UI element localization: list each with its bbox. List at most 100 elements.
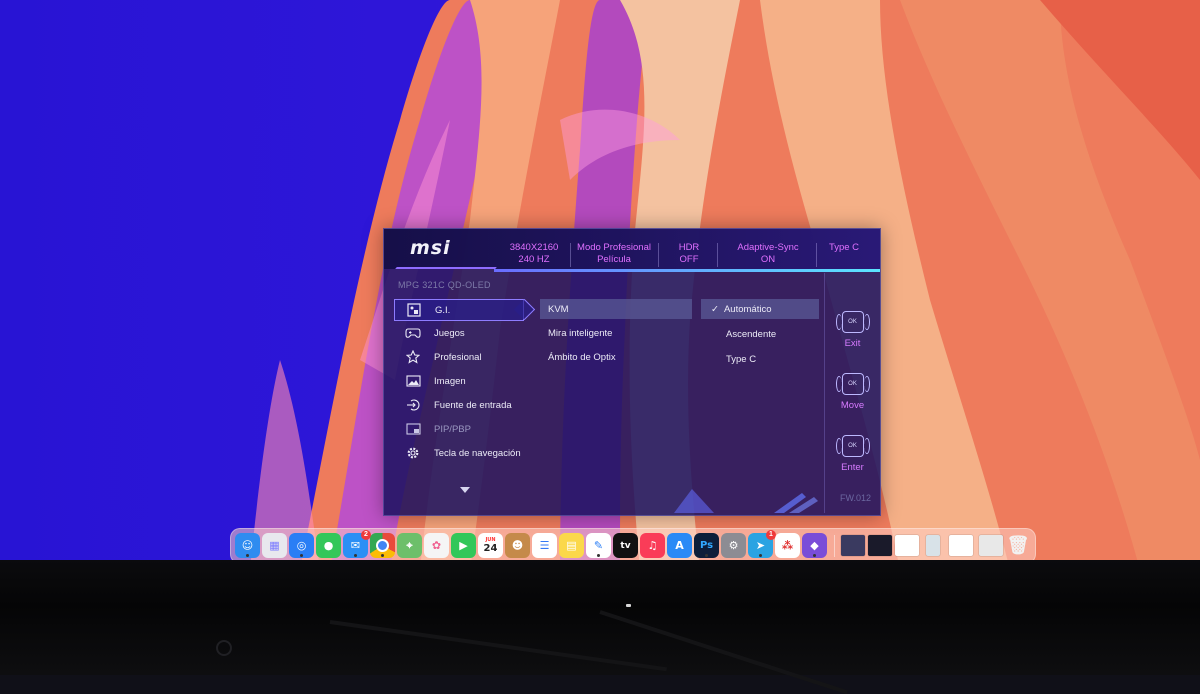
contacts-icon[interactable]: ☻ [505,533,530,558]
monitor-bezel [0,560,1200,694]
music-icon[interactable]: ♫ [640,533,665,558]
header-accent-stripe [395,267,497,269]
maps-icon[interactable]: ⌖ [397,533,422,558]
minimized-window-thumbnail[interactable] [949,535,973,556]
gi-icon [405,302,423,318]
submenu-item-mira-inteligente[interactable]: Mira inteligente [540,323,692,343]
navigation-key-panel: OK Exit OK Move OK Enter [824,273,880,513]
minimized-window-thumbnail[interactable] [841,535,865,556]
trash-icon[interactable]: 🗑 [1007,533,1030,558]
joystick-icon: OK [835,435,870,457]
messages-icon[interactable]: ● [316,533,341,558]
joystick-icon: OK [835,373,870,395]
minimized-window-thumbnail[interactable] [979,535,1003,556]
monitor-osd-menu: msi 3840X2160 240 HZ Modo Profesional Pe… [383,228,881,516]
exit-label: Exit [844,338,861,349]
submenu-item-ambito-de-optix[interactable]: Ámbito de Optix [540,347,692,367]
status-hdr-label: HDR [678,242,700,253]
header-divider [658,243,659,267]
status-input-value: Type C [828,242,860,253]
menu-item-label: Imagen [434,375,466,387]
status-mode-value: Película [597,254,631,265]
launchpad-icon[interactable]: ▦ [262,533,287,558]
submenu-item-label: Mira inteligente [548,327,613,339]
option-ascendente[interactable]: Ascendente [701,324,819,344]
minimized-window-thumbnail[interactable] [868,535,892,556]
input-source-icon [404,397,422,413]
menu-item-imagen[interactable]: Imagen [394,371,534,391]
option-label: Ascendente [726,328,777,340]
status-sync-label: Adaptive-Sync [737,242,799,253]
gamepad-icon [404,325,422,341]
header-divider [570,243,571,267]
app-store-icon[interactable]: A [667,533,692,558]
menu-item-tecla-de-navegacion[interactable]: Tecla de navegación [394,443,534,463]
option-label: Automático [723,303,772,315]
reminders-icon[interactable]: ☰ [532,533,557,558]
stand-mount [216,640,232,656]
menu-item-label: G.I. [435,304,451,316]
header-divider [717,243,718,267]
osd-header: msi 3840X2160 240 HZ Modo Profesional Pe… [384,229,880,269]
minimized-window-thumbnail[interactable] [895,535,919,556]
status-sync-value: ON [760,254,776,265]
menu-item-label: Profesional [434,351,482,363]
system-settings-icon[interactable]: ⚙ [721,533,746,558]
safari-icon[interactable]: ◎ [289,533,314,558]
cable [329,620,667,672]
option-label: Type C [726,353,757,365]
menu-item-profesional[interactable]: Profesional [394,347,534,367]
menu-item-juegos[interactable]: Juegos [394,323,534,343]
status-resolution-value: 3840X2160 [509,242,559,253]
menu-item-label: PIP/PBP [434,423,471,435]
macos-dock: ☺ ▦ ◎ ● ✉ 2 ⌖ ✿ ▶ JUN 24 ☻ ☰ ▤ ✎ tv ♫ A Ps… [230,528,1036,564]
check-icon: ✓ [711,303,719,315]
cable [599,610,848,694]
photos-icon[interactable]: ✿ [424,533,449,558]
menu-item-label: Juegos [434,327,465,339]
status-mode: Modo Profesional Película [574,242,654,266]
move-control[interactable]: OK Move [825,373,880,411]
menu-item-label: Fuente de entrada [434,399,512,411]
finder-icon[interactable]: ☺ [235,533,260,558]
telegram-icon[interactable]: ➤ 1 [748,530,776,558]
option-type-c[interactable]: Type C [701,349,819,369]
decorative-shapes [674,489,818,513]
submenu-item-kvm[interactable]: KVM [540,299,692,319]
header-accent-bar [494,269,880,272]
model-name: MPG 321C QD-OLED [398,280,491,290]
menu-item-fuente-de-entrada[interactable]: Fuente de entrada [394,395,534,415]
status-input: Type C [822,242,866,254]
scroll-down-icon[interactable] [460,487,470,493]
power-led [626,604,631,607]
apple-tv-icon[interactable]: tv [613,533,638,558]
status-hdr: HDR OFF [664,242,714,266]
status-hdr-value: OFF [679,254,699,265]
notes-icon[interactable]: ▤ [559,533,584,558]
status-resolution: 3840X2160 240 HZ [502,242,566,266]
star-icon [404,349,422,365]
minimized-window-thumbnail[interactable] [926,535,940,556]
menu-item-gi[interactable]: G.I. [394,299,524,321]
enter-label: Enter [841,462,864,473]
submenu-item-label: KVM [548,303,569,315]
status-mode-label: Modo Profesional [577,242,651,253]
menu-item-pip-pbp[interactable]: PIP/PBP [394,419,534,439]
scrobbles-icon[interactable]: ⁂ [775,533,800,558]
status-refresh-value: 240 HZ [518,254,550,265]
facetime-icon[interactable]: ▶ [451,533,476,558]
photoshop-icon[interactable]: Ps [694,533,719,558]
calendar-icon[interactable]: JUN 24 [478,533,503,558]
freeform-icon[interactable]: ✎ [586,533,611,558]
exit-control[interactable]: OK Exit [825,311,880,349]
mail-icon[interactable]: ✉ 2 [343,530,371,558]
chrome-icon[interactable] [370,533,395,558]
enter-control[interactable]: OK Enter [825,435,880,473]
pip-icon [404,421,422,437]
header-divider [816,243,817,267]
option-automatico[interactable]: ✓ Automático [701,299,819,319]
status-adaptive-sync: Adaptive-Sync ON [724,242,812,266]
move-label: Move [840,400,865,411]
msi-logo: msi [410,237,451,259]
obsidian-icon[interactable]: ◆ [802,533,827,558]
